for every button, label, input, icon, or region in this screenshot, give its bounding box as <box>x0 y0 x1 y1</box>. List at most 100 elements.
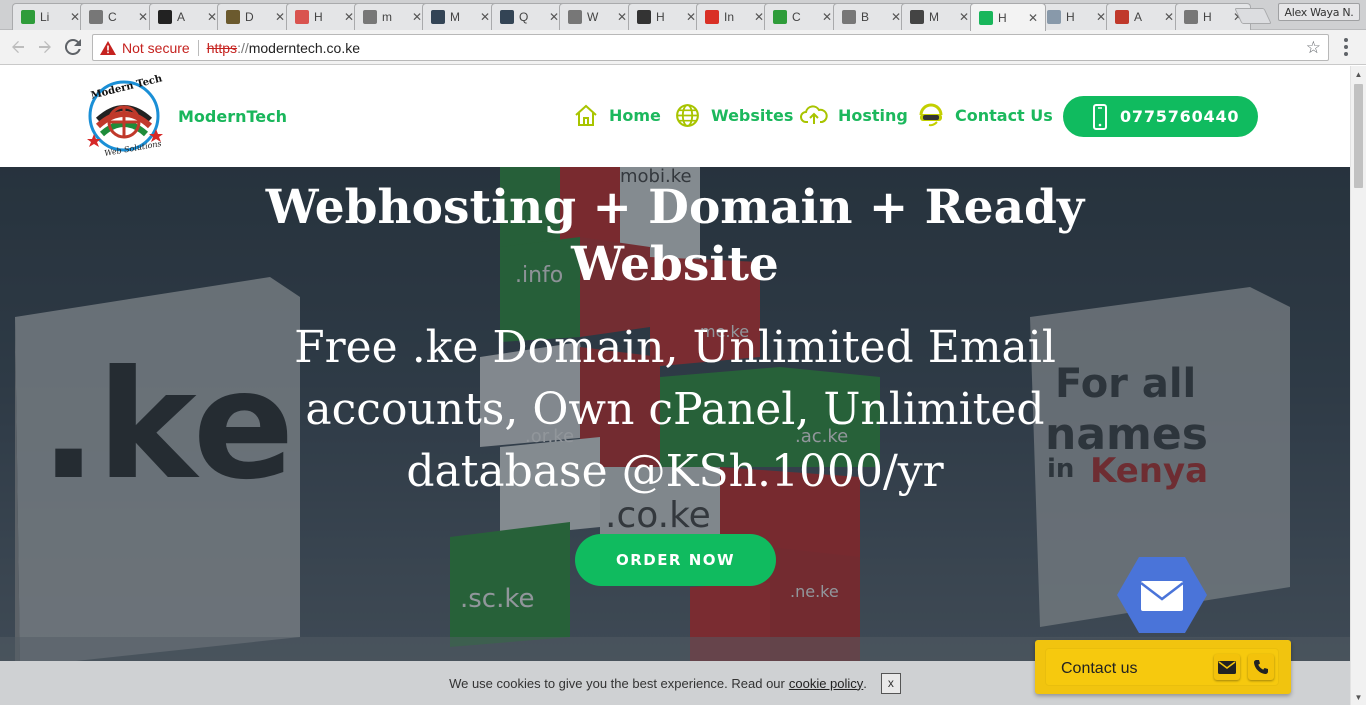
cookie-policy-link[interactable]: cookie policy <box>789 676 863 691</box>
tab-close-icon[interactable]: ✕ <box>821 10 833 24</box>
nav-item-websites[interactable]: Websites <box>674 100 793 130</box>
nav-item-contact[interactable]: Contact Us <box>917 100 1053 130</box>
browser-tab-title: H <box>1203 10 1212 24</box>
browser-tab[interactable]: B ✕ <box>833 3 909 30</box>
globe-icon <box>676 103 699 127</box>
order-now-button[interactable]: ORDER NOW <box>575 534 776 586</box>
browser-tab-title: M <box>929 10 939 24</box>
scroll-up-arrow-icon[interactable]: ▲ <box>1351 66 1366 82</box>
tab-close-icon[interactable]: ✕ <box>1027 11 1039 25</box>
browser-tab-title: B <box>861 10 870 24</box>
back-button[interactable] <box>8 37 28 57</box>
nav-label-contact: Contact Us <box>955 105 1053 125</box>
browser-tab[interactable]: C ✕ <box>764 3 840 30</box>
warning-icon <box>100 40 116 55</box>
browser-tab-title: H <box>314 10 323 24</box>
browser-tab-title: A <box>177 10 186 24</box>
browser-tab-title: D <box>245 10 254 24</box>
url-host: moderntech.co.ke <box>248 39 361 56</box>
url-scheme: https <box>206 39 238 56</box>
browser-tab[interactable]: In ✕ <box>696 3 772 30</box>
browser-tab[interactable]: A ✕ <box>1106 3 1182 30</box>
dark-square-icon <box>158 10 172 24</box>
globe-icon <box>1047 10 1061 24</box>
browser-tab-strip: Li✕C✕A✕D✕H✕m✕M✕Q✕W✕H✕In✕C✕B✕M✕H✕H✕A✕H✕ <box>0 0 1366 31</box>
browser-tab[interactable]: M ✕ <box>422 3 498 30</box>
contact-phone-button[interactable] <box>1248 654 1274 680</box>
browser-tab[interactable]: H✕ <box>628 3 704 30</box>
contact-widget-label[interactable]: Contact us <box>1061 660 1137 678</box>
bookmark-star-icon[interactable]: ☆ <box>1306 38 1321 58</box>
reload-button[interactable] <box>63 37 83 57</box>
omnibox-divider <box>197 39 199 56</box>
profile-button[interactable]: Alex Waya N. <box>1278 3 1360 21</box>
browser-toolbar: Not secure https://moderntech.co.ke ☆ <box>0 30 1366 65</box>
cookie-text: We use cookies to give you the best expe… <box>449 675 785 691</box>
browser-tab[interactable]: D ✕ <box>217 3 293 30</box>
browser-tab[interactable]: Q ✕ <box>491 3 567 30</box>
tab-close-icon[interactable]: ✕ <box>958 10 970 24</box>
nav-label-hosting: Hosting <box>838 105 908 125</box>
leaf-icon <box>21 10 35 24</box>
browser-tab[interactable]: A ✕ <box>149 3 225 30</box>
browser-tab-title: Q <box>519 10 529 24</box>
contact-widget-panel: Contact us <box>1045 648 1279 686</box>
browser-tab[interactable]: m ✕ <box>354 3 430 30</box>
cookie-period: . <box>863 675 867 691</box>
nav-label-home: Home <box>609 105 661 125</box>
phone-number: 0775760440 <box>1120 107 1240 126</box>
gmail-icon <box>705 10 719 24</box>
page-icon <box>89 10 103 24</box>
tab-close-icon[interactable]: ✕ <box>1163 10 1175 24</box>
phone-button[interactable]: 0775760440 <box>1063 96 1258 137</box>
tab-close-icon[interactable]: ✕ <box>616 10 628 24</box>
arrow-right-icon <box>39 41 51 53</box>
arrow-left-icon <box>12 41 24 53</box>
browser-tab[interactable]: M ✕ <box>901 3 977 30</box>
tab-close-icon[interactable]: ✕ <box>137 10 149 24</box>
contact-widget[interactable]: Contact us <box>1035 640 1291 694</box>
scroll-down-arrow-icon[interactable]: ▼ <box>1351 689 1366 705</box>
nav-item-hosting[interactable]: Hosting <box>800 100 908 130</box>
page-scrollbar[interactable]: ▲ ▼ <box>1350 66 1366 705</box>
page-icon <box>842 10 856 24</box>
browser-tab[interactable]: C ✕ <box>80 3 156 30</box>
email-float-button[interactable] <box>1117 555 1207 635</box>
browser-tab-title: H <box>656 10 665 24</box>
browser-tab[interactable]: H✕ <box>1038 3 1114 30</box>
contact-email-button[interactable] <box>1214 654 1240 680</box>
security-status[interactable]: Not secure <box>122 40 190 56</box>
page-icon <box>363 10 377 24</box>
scrollbar-thumb[interactable] <box>1354 84 1363 188</box>
tab-close-icon[interactable]: ✕ <box>479 10 491 24</box>
browser-menu-button[interactable] <box>1343 38 1349 56</box>
browser-tab-title: H <box>1066 10 1075 24</box>
browser-tab-title: W <box>587 10 599 24</box>
browser-tab-title: C <box>108 10 117 24</box>
brand-name[interactable]: ModernTech <box>178 107 287 126</box>
url-separator: :// <box>237 39 249 56</box>
leaf-icon <box>773 10 787 24</box>
browser-tab[interactable]: Li ✕ <box>12 3 88 30</box>
cookie-close-button[interactable]: x <box>880 672 901 694</box>
browser-tab[interactable]: H✕ <box>286 3 362 30</box>
page-icon <box>1184 10 1198 24</box>
envelope-icon <box>1141 581 1183 611</box>
server-icon <box>431 10 445 24</box>
browser-tab-title: H <box>998 10 1007 25</box>
server-icon <box>500 10 514 24</box>
site-logo[interactable]: Modern Tech Web Solutions <box>84 73 166 158</box>
tab-close-icon[interactable]: ✕ <box>274 10 286 24</box>
browser-tab[interactable]: W ✕ <box>559 3 635 30</box>
address-bar[interactable]: Not secure https://moderntech.co.ke ☆ <box>92 34 1329 61</box>
moderntech-icon <box>979 10 993 25</box>
reload-icon <box>65 39 81 55</box>
flag-icon <box>1115 10 1129 24</box>
nav-item-home[interactable]: Home <box>573 100 661 130</box>
cloud-upload-icon <box>800 105 828 124</box>
mobile-phone-icon <box>1093 103 1107 130</box>
browser-tab[interactable]: H✕ <box>970 3 1046 31</box>
browser-tab-title: m <box>382 10 392 24</box>
home-icon <box>575 104 597 126</box>
forward-button[interactable] <box>35 37 55 57</box>
